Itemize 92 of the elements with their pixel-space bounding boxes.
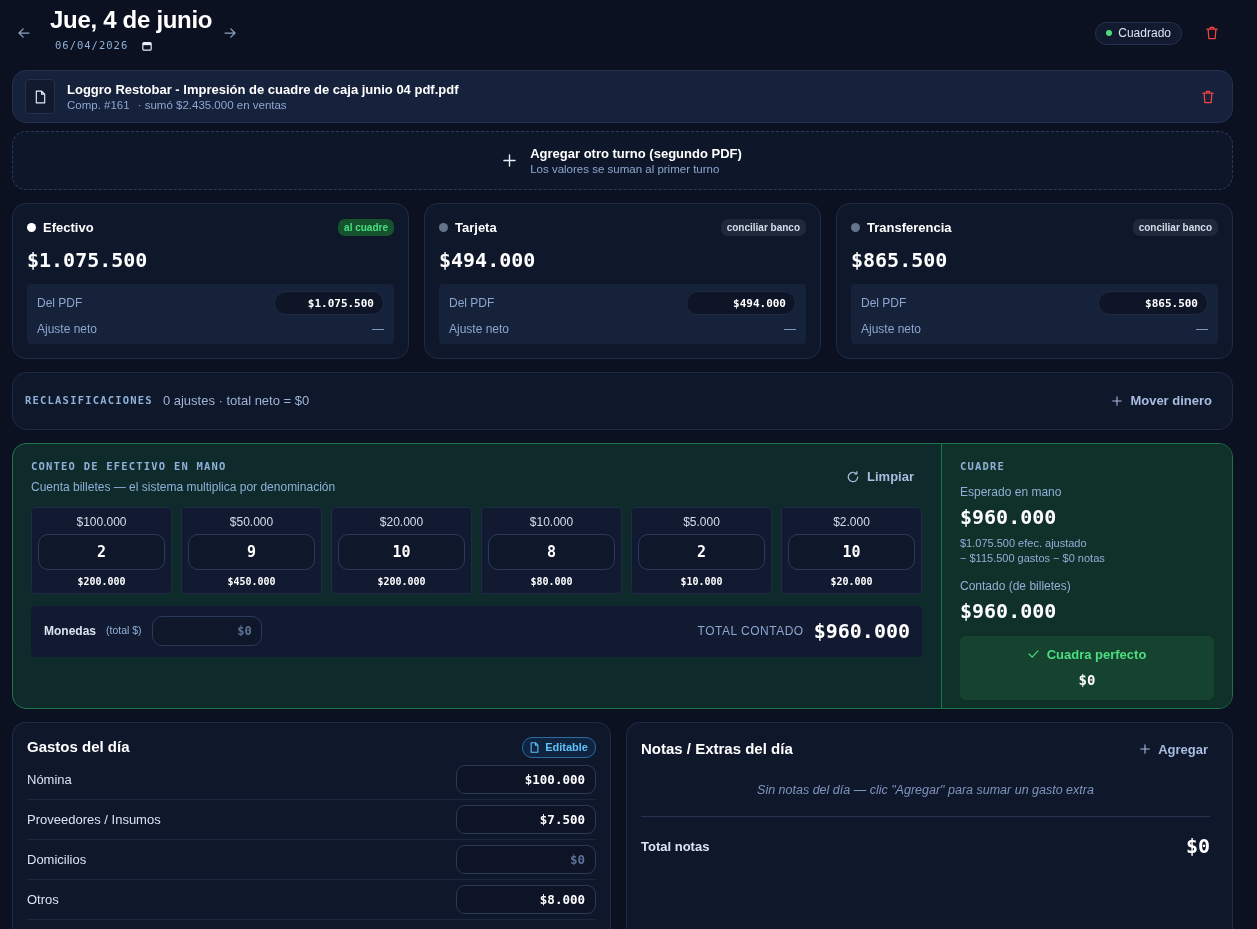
count-field[interactable]: 2: [638, 533, 765, 570]
expense-label: Otros: [27, 890, 59, 909]
trash-icon[interactable]: [1202, 89, 1214, 104]
move-money-button[interactable]: Mover dinero: [1112, 391, 1212, 411]
add-button[interactable]: Agregar: [1140, 739, 1208, 759]
expected-amount: $960.000: [960, 503, 1058, 530]
method-amount: $1.075.500: [27, 246, 149, 273]
expense-label: Nómina: [27, 770, 72, 789]
add-shift-button[interactable]: Agregar otro turno (segundo PDF) Los valores se suman al primer turno: [12, 131, 1233, 190]
status-badge: conciliar banco: [1132, 219, 1218, 237]
method-name: Tarjeta: [455, 219, 497, 237]
pdf-label: Del PDF: [37, 295, 83, 312]
coins-hint: (total $): [106, 623, 142, 639]
status-badge: al cuadre: [338, 219, 394, 237]
difference-amount: $0: [1078, 671, 1096, 690]
subtotal-amount: $20.000: [829, 574, 874, 589]
date-field[interactable]: 06/04/2026: [55, 38, 153, 54]
total-amount: $0: [1185, 833, 1210, 861]
subtotal-amount: $10.000: [679, 574, 724, 589]
method-amount: $494.000: [439, 246, 537, 273]
count-field[interactable]: 9: [188, 533, 315, 570]
amount-field[interactable]: $1.075.500: [274, 291, 384, 315]
subtotal-amount: $200.000: [76, 574, 127, 589]
total-amount: $960.000: [813, 618, 910, 646]
empty-message: Sin notas del día — clic "Agregar" para sumar un gasto extra: [756, 781, 1095, 799]
adjust-value: —: [784, 321, 796, 338]
count-field[interactable]: 10: [788, 533, 915, 570]
count-field[interactable]: 10: [338, 533, 465, 570]
method-name: Efectivo: [43, 219, 94, 237]
denomination-label: $100.000: [75, 513, 128, 530]
amount-field[interactable]: $0: [456, 845, 596, 874]
adjust-value: —: [372, 321, 384, 338]
method-name: Transferencia: [867, 219, 952, 237]
count-field[interactable]: 2: [38, 533, 165, 570]
file-icon: [530, 741, 540, 753]
arrow-right-icon[interactable]: [224, 28, 237, 38]
plus-icon: [1140, 744, 1151, 755]
reclassification-summary: 0 ajustes · total neto = $0: [162, 392, 310, 411]
total-label: Total notas: [641, 837, 710, 856]
amount-field[interactable]: $7.500: [456, 805, 596, 834]
file-icon: [25, 79, 55, 114]
denomination-label: $5.000: [682, 513, 721, 530]
pdf-label: Del PDF: [449, 295, 495, 312]
amount-field[interactable]: $494.000: [686, 291, 796, 315]
counted-amount: $960.000: [960, 597, 1058, 624]
adjust-label: Ajuste neto: [861, 321, 922, 338]
trash-icon[interactable]: [1206, 26, 1218, 40]
expected-label: Esperado en mano: [960, 483, 1063, 501]
subtotal-amount: $200.000: [376, 574, 427, 589]
coins-field[interactable]: $0: [151, 616, 262, 647]
denomination-label: $20.000: [378, 513, 425, 530]
amount-field[interactable]: $100.000: [456, 765, 596, 794]
denomination-label: $2.000: [832, 513, 871, 530]
section-label: RECLASIFICACIONES: [25, 393, 153, 409]
calendar-icon[interactable]: [142, 41, 153, 52]
refresh-icon: [847, 470, 860, 483]
card-title: Notas / Extras del día: [641, 739, 793, 759]
method-amount: $865.500: [851, 246, 949, 273]
arrow-left-icon[interactable]: [18, 28, 30, 38]
section-label: CUADRE: [960, 459, 1007, 474]
adjust-value: —: [1196, 321, 1208, 338]
amount-field[interactable]: $8.000: [456, 885, 596, 914]
formula-text: $1.075.500 efec. ajustado − $115.500 gastos − $0 notas: [960, 535, 1106, 566]
card-title: Gastos del día: [27, 736, 130, 757]
expense-label: Domicilios: [27, 850, 87, 869]
file-name: Loggro Restobar - Impresión de cuadre de caja junio 04 pdf.pdf: [67, 80, 460, 98]
denomination-label: $10.000: [528, 513, 575, 530]
denomination-label: $50.000: [228, 513, 275, 530]
expense-label: Proveedores / Insumos: [27, 810, 161, 829]
sales-summary: · sumó $2.435.000 en ventas: [137, 97, 287, 113]
adjust-label: Ajuste neto: [449, 321, 510, 338]
count-field[interactable]: 8: [488, 533, 615, 570]
status-badge: conciliar banco: [720, 219, 806, 237]
clear-button[interactable]: Limpiar: [847, 467, 914, 487]
total-label: TOTAL CONTADO: [697, 623, 804, 641]
page-title: Jue, 4 de junio: [50, 5, 213, 36]
status-text: Cuadrado: [1118, 25, 1171, 42]
section-label: CONTEO DE EFECTIVO EN MANO: [31, 459, 228, 474]
check-icon: [1027, 650, 1039, 659]
counted-label: Contado (de billetes): [960, 577, 1072, 595]
amount-field[interactable]: $865.500: [1098, 291, 1208, 315]
result-label: Cuadra perfecto: [1046, 645, 1147, 664]
pdf-label: Del PDF: [861, 295, 907, 312]
section-subtitle: Cuenta billetes — el sistema multiplica por denominación: [31, 478, 336, 496]
adjust-label: Ajuste neto: [37, 321, 98, 338]
plus-icon: [1112, 396, 1123, 406]
coins-label: Monedas: [44, 623, 96, 641]
subtotal-amount: $80.000: [529, 574, 574, 589]
receipt-number: Comp. #161: [67, 97, 130, 113]
plus-icon: [503, 154, 517, 167]
subtotal-amount: $450.000: [226, 574, 277, 589]
editable-button[interactable]: Editable: [522, 736, 596, 758]
